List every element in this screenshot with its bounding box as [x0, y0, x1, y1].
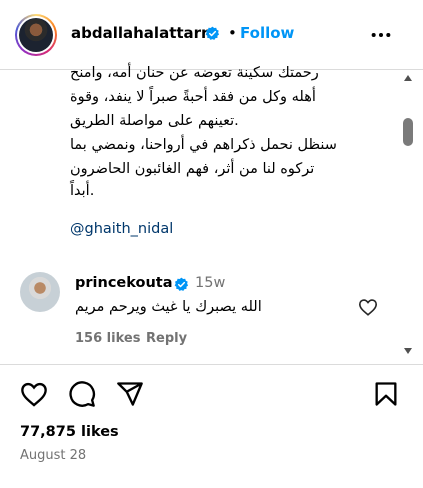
caption-line: .تعينهم على مواصلة الطريق: [70, 113, 239, 129]
scroll-up-arrow-icon[interactable]: [403, 74, 413, 82]
commenter-username[interactable]: princekouta: [75, 275, 173, 291]
actions-divider: [0, 364, 423, 365]
post-header: abdallahalattarr • Follow: [0, 0, 423, 70]
caption-line: .أبداً: [70, 183, 95, 199]
post-author-username[interactable]: abdallahalattarr: [71, 24, 208, 42]
comment-text: الله يصبرك يا غيث ويرحم مريم: [75, 299, 262, 315]
more-horizontal-icon[interactable]: [370, 26, 392, 44]
caption-line: أهله وكل من فقد أحبةً صبراً لا ينفد، وقو…: [70, 89, 316, 105]
heart-icon[interactable]: [20, 380, 48, 408]
post-likes-count[interactable]: 77,875 likes: [20, 424, 119, 440]
avatar-border: [17, 16, 55, 54]
caption-mention-link[interactable]: @ghaith_nidal: [70, 221, 173, 237]
post-date[interactable]: August 28: [20, 448, 86, 463]
verified-badge-icon: [174, 277, 189, 291]
comment-like-heart-icon[interactable]: [358, 298, 378, 316]
follow-button[interactable]: Follow: [240, 24, 294, 42]
profile-avatar[interactable]: [15, 14, 57, 56]
scroll-down-arrow-icon[interactable]: [403, 347, 413, 355]
scrollbar-thumb[interactable]: [403, 118, 413, 146]
comment-likes-count[interactable]: 156 likes: [75, 331, 140, 346]
caption-line: سنظل نحمل ذكراهم في أرواحنا، ونمضي بما: [70, 137, 337, 153]
verified-badge-icon: [205, 26, 220, 40]
comment-icon[interactable]: [68, 380, 96, 408]
comment-timestamp[interactable]: 15w: [195, 275, 225, 291]
bookmark-icon[interactable]: [372, 380, 400, 408]
avatar-image: [19, 18, 53, 52]
comments-scrollbar[interactable]: [400, 70, 414, 370]
caption-line: رحمتك سكينة تعوضه عن حنان أمه، وامنح: [70, 65, 319, 81]
reply-button[interactable]: Reply: [146, 331, 187, 346]
commenter-avatar[interactable]: [20, 272, 60, 312]
caption-line: تركوه لنا من أثر، فهم الغائبون الحاضرون: [70, 161, 315, 177]
share-icon[interactable]: [116, 380, 144, 408]
separator-dot: •: [228, 24, 237, 42]
